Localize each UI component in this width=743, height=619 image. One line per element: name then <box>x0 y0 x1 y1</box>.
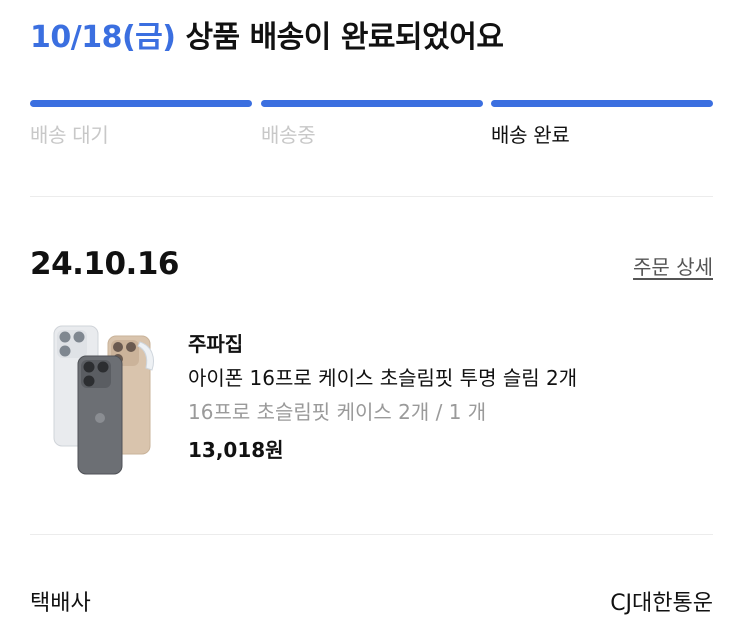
product-info[interactable]: 주파집 아이폰 16프로 케이스 초슬림핏 투명 슬림 2개 16프로 초슬림핏… <box>188 328 708 464</box>
order-detail-link[interactable]: 주문 상세 <box>633 251 713 280</box>
product-name: 아이폰 16프로 케이스 초슬림핏 투명 슬림 2개 <box>188 366 578 390</box>
divider-top <box>30 196 713 197</box>
delivery-status-page: 10/18(금) 상품 배송이 완료되었어요 배송 대기 배송중 배송 완료 2… <box>0 0 743 619</box>
progress-bar-shipping <box>261 100 483 107</box>
progress-bar-waiting <box>30 100 252 107</box>
progress-bar-delivered <box>491 100 713 107</box>
product-option: 16프로 초슬림핏 케이스 2개 / 1 개 <box>188 400 487 424</box>
shop-name: 주파집 <box>188 332 244 356</box>
phone-case-image[interactable] <box>48 318 166 476</box>
divider-bottom <box>30 534 713 535</box>
delivery-progress: 배송 대기 배송중 배송 완료 <box>30 100 713 148</box>
carrier-label: 택배사 <box>30 591 91 616</box>
progress-step-shipping: 배송중 <box>261 100 483 148</box>
progress-step-delivered: 배송 완료 <box>491 100 713 148</box>
carrier-value: CJ대한통운 <box>610 591 713 616</box>
progress-step-waiting: 배송 대기 <box>30 100 252 148</box>
product-price: 13,018원 <box>188 438 284 462</box>
progress-label-shipping: 배송중 <box>261 123 316 147</box>
order-date: 24.10.16 <box>30 246 179 282</box>
delivery-date: 10/18(금) <box>30 20 176 55</box>
progress-label-waiting: 배송 대기 <box>30 123 109 147</box>
page-title: 10/18(금) 상품 배송이 완료되었어요 <box>30 12 504 56</box>
delivery-title: 상품 배송이 완료되었어요 <box>185 20 504 55</box>
progress-label-delivered: 배송 완료 <box>491 123 570 147</box>
